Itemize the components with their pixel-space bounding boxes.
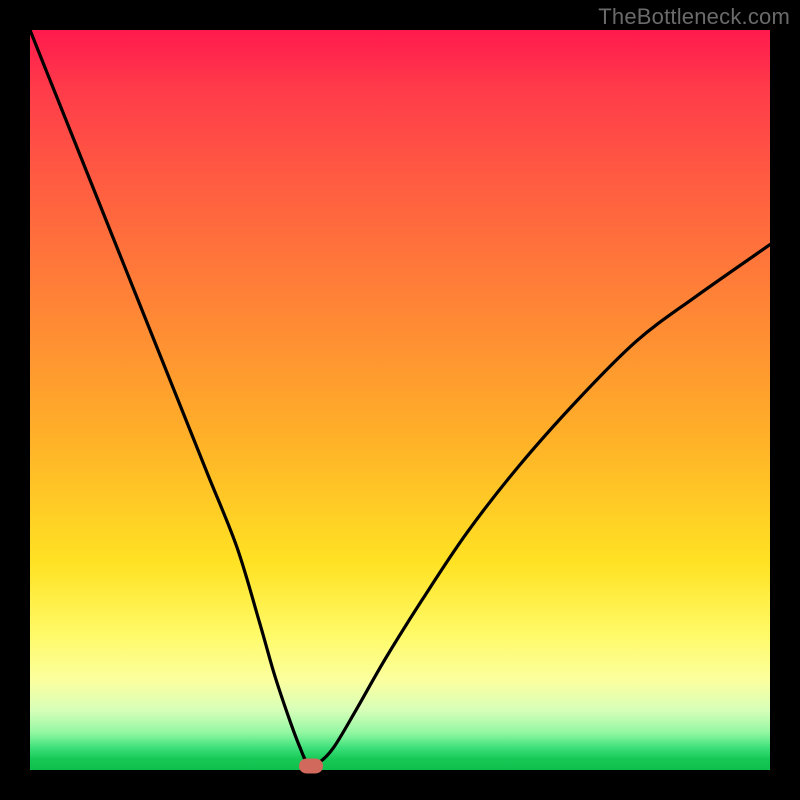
bottleneck-curve: [30, 30, 770, 770]
chart-frame: TheBottleneck.com: [0, 0, 800, 800]
optimal-marker: [299, 759, 323, 774]
plot-area: [30, 30, 770, 770]
watermark-text: TheBottleneck.com: [598, 4, 790, 30]
